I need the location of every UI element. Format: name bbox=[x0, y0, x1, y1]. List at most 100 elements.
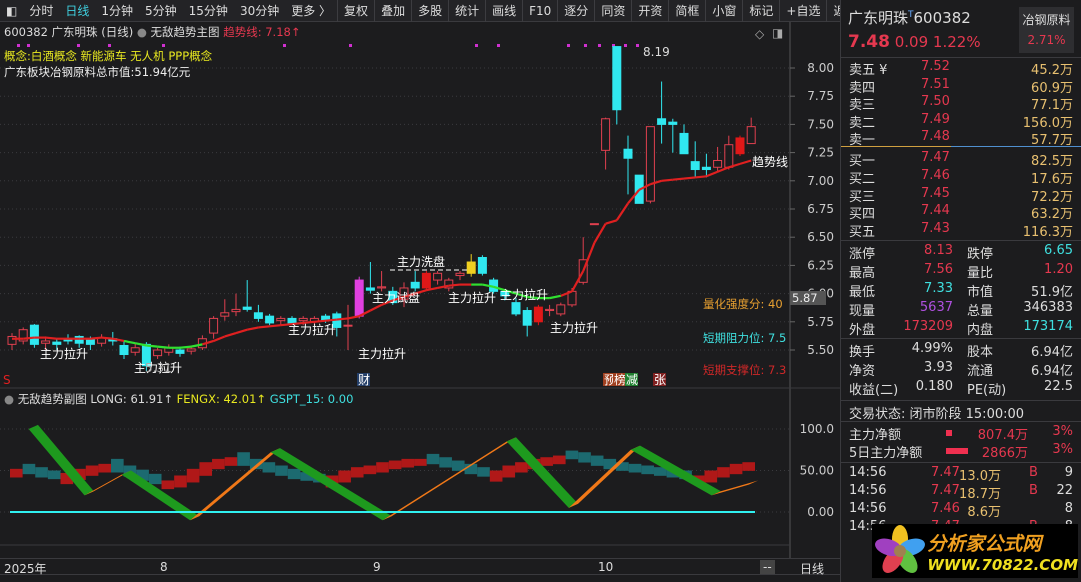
stat-label: 量比 bbox=[967, 266, 994, 281]
trend-line-segment bbox=[695, 175, 707, 179]
sub-tick-label: 100.0 bbox=[800, 422, 834, 436]
stat-label: 市值 bbox=[967, 285, 994, 300]
trend-line-segment bbox=[336, 317, 349, 321]
trend-line-segment bbox=[615, 202, 629, 221]
candle-body bbox=[724, 144, 734, 168]
sector-badge[interactable]: 冶钢原料 2.71% bbox=[1019, 7, 1074, 53]
candle-body bbox=[354, 279, 364, 317]
ob-row: 卖二 7.49 156.0万 bbox=[849, 112, 1073, 131]
price-tick-label: 7.50 bbox=[807, 117, 834, 131]
st-row: 涨停 8.13 跌停 6.65 bbox=[849, 243, 1073, 262]
ob-row: 买三 7.45 72.2万 bbox=[849, 186, 1073, 205]
diamond-icon[interactable]: ◇ bbox=[755, 27, 764, 41]
stat-value: 51.9亿 bbox=[1031, 285, 1073, 300]
trend-line-segment bbox=[739, 159, 752, 165]
indicator-dropdown-icon[interactable]: ● bbox=[137, 25, 147, 39]
long-bar bbox=[98, 463, 112, 473]
wash-label: 主力洗盘 bbox=[397, 254, 445, 269]
stat-value: 6.94亿 bbox=[1031, 364, 1073, 379]
panel-toggle-icon[interactable]: ◨ bbox=[772, 26, 783, 40]
signal-dot bbox=[108, 44, 111, 47]
trend-line-segment bbox=[325, 318, 337, 322]
price-tick-label: 7.00 bbox=[807, 174, 834, 188]
candle-body bbox=[746, 126, 756, 145]
tick-volume: 18.7万 bbox=[959, 487, 1001, 502]
flower-logo-icon bbox=[875, 525, 925, 573]
fengx-band bbox=[28, 424, 94, 496]
level-label: 买四 bbox=[849, 207, 876, 223]
sub-tick-label: 50.00 bbox=[800, 464, 834, 478]
trend-line-segment bbox=[269, 324, 281, 328]
stat-value: 6.65 bbox=[1044, 243, 1073, 258]
sector-pct: 2.71% bbox=[1027, 33, 1066, 47]
fengx-band bbox=[270, 448, 392, 521]
signal-dot bbox=[77, 44, 80, 47]
trend-line-segment bbox=[258, 325, 270, 329]
stat-label: 最高 bbox=[849, 266, 876, 281]
level-price: 7.43 bbox=[921, 221, 950, 237]
level-price: 7.46 bbox=[921, 167, 950, 183]
stat-value: 7.33 bbox=[924, 281, 953, 296]
level-volume: 45.2万 bbox=[1031, 63, 1073, 78]
level-price: 7.52 bbox=[921, 59, 950, 74]
level-price: 7.47 bbox=[921, 150, 950, 165]
long-bar bbox=[565, 450, 579, 460]
level-label: 卖四 bbox=[849, 80, 876, 96]
price-change: 0.09 bbox=[894, 33, 929, 51]
trend-line-segment bbox=[23, 336, 35, 340]
fengx-band bbox=[711, 480, 759, 496]
indicator-name[interactable]: 无敌趋势主图 bbox=[151, 25, 220, 39]
candle-body bbox=[645, 126, 655, 202]
level-label: 卖二 bbox=[849, 115, 876, 131]
ob-row: 卖五 ¥ 7.52 45.2万 bbox=[849, 59, 1073, 78]
candle-body bbox=[119, 344, 129, 356]
kline-chart[interactable]: 8.007.757.507.257.006.756.506.256.005.75… bbox=[0, 0, 840, 582]
candle-body bbox=[29, 324, 39, 345]
candle-body bbox=[522, 310, 532, 326]
fengx-value: FENGX: 42.01↑ bbox=[176, 392, 267, 406]
sub-indicator-dropdown-icon[interactable]: ● bbox=[4, 392, 14, 406]
long-bar bbox=[161, 480, 175, 490]
tick-count: 22 bbox=[1056, 483, 1073, 498]
trend-line-segment bbox=[717, 166, 730, 173]
level-label: 买一 bbox=[849, 154, 876, 169]
level-price: 7.51 bbox=[921, 76, 950, 92]
long-bar bbox=[552, 455, 566, 465]
candle-body bbox=[545, 308, 555, 312]
candle-body bbox=[186, 348, 196, 352]
main-force-label: 主力拉升 bbox=[500, 287, 548, 302]
candle-body bbox=[242, 306, 252, 310]
trend-line-segment bbox=[45, 336, 57, 340]
strength-score: 量化强度分: 40 bbox=[703, 297, 783, 311]
tk-row: 14:56 7.47 13.0万 B 9 bbox=[849, 465, 1073, 484]
long-bar bbox=[199, 462, 213, 476]
period-button[interactable]: 日线 bbox=[800, 560, 824, 577]
long-bar bbox=[742, 462, 755, 471]
stock-name: 广东明珠T600382 bbox=[848, 9, 971, 27]
candle-body bbox=[601, 118, 611, 151]
level-volume: 116.3万 bbox=[1022, 225, 1073, 241]
level-price: 7.48 bbox=[921, 129, 950, 145]
st-row: 最低 7.33 市值 51.9亿 bbox=[849, 281, 1073, 300]
candle-body bbox=[455, 272, 465, 277]
long-bar bbox=[350, 467, 364, 478]
gspt-value: GSPT_15: 0.00 bbox=[269, 392, 354, 406]
ob-row: 卖四 7.51 60.9万 bbox=[849, 76, 1073, 96]
long-bar bbox=[578, 452, 591, 463]
trend-line-segment bbox=[448, 283, 461, 287]
flow-pct: 3% bbox=[1052, 442, 1073, 457]
candle-body bbox=[679, 132, 689, 155]
signal-dot bbox=[584, 44, 587, 47]
event-marker: 财 bbox=[358, 373, 370, 387]
flow-pct: 3% bbox=[1052, 424, 1073, 439]
sub-indicator-name[interactable]: 无敌趋势副图 bbox=[18, 392, 87, 406]
tick-count: 9 bbox=[1064, 465, 1073, 480]
tk-row: 14:56 7.47 18.7万 B 22 bbox=[849, 483, 1073, 502]
long-bar bbox=[451, 460, 465, 471]
trend-line-segment bbox=[683, 176, 696, 180]
trend-line-segment bbox=[134, 342, 147, 347]
flow-label: 主力净额 bbox=[849, 428, 902, 443]
signal-dot bbox=[17, 44, 20, 47]
stat-label: 流通 bbox=[967, 364, 994, 379]
flow-value: 2866万 bbox=[981, 446, 1028, 461]
